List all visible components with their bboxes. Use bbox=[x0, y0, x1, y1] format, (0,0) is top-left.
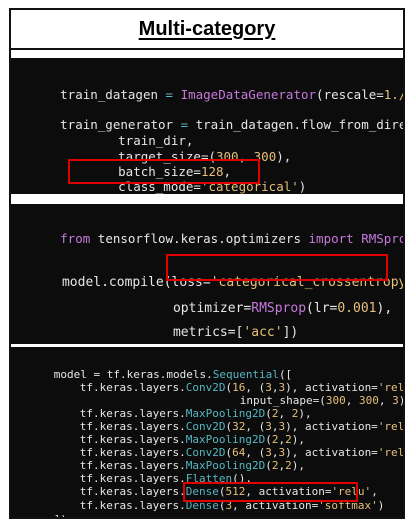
code-token: ) bbox=[298, 179, 307, 194]
code-line-dense-3: tf.keras.layers.Dense(3, activation='sof… bbox=[40, 486, 385, 517]
code-token: 300 bbox=[253, 149, 277, 164]
code-token: ]) bbox=[54, 513, 67, 517]
code-panel-data-generator: train_datagen = ImageDataGenerator(resca… bbox=[11, 58, 403, 194]
code-token: 'categorical' bbox=[200, 179, 299, 194]
code-token: 2 bbox=[285, 459, 292, 472]
code-token: 'acc' bbox=[243, 325, 283, 340]
code-token: 'relu' bbox=[377, 446, 403, 459]
code-token: 'relu' bbox=[377, 420, 403, 433]
code-token: tf.keras.layers. bbox=[79, 499, 186, 512]
code-token: = bbox=[158, 87, 181, 102]
code-panel-model: model = tf.keras.models.Sequential([ tf.… bbox=[11, 347, 403, 517]
code-token: ), bbox=[376, 301, 393, 316]
code-line-class-mode: class_mode='categorical') bbox=[73, 164, 306, 194]
title-bar: Multi-category bbox=[11, 10, 403, 50]
code-token: tf.keras.layers. bbox=[79, 381, 186, 394]
slide-frame: Multi-category train_datagen = ImageData… bbox=[9, 8, 405, 519]
code-token: 1./255 bbox=[383, 87, 403, 102]
code-token: 3 bbox=[392, 394, 399, 407]
code-token: train_datagen.flow_from_directory( bbox=[195, 117, 403, 132]
code-token: from bbox=[60, 231, 91, 246]
code-token: 'softmax' bbox=[318, 499, 378, 512]
code-token: train_datagen bbox=[60, 87, 158, 102]
code-panel-compile: from tensorflow.keras.optimizers import … bbox=[11, 204, 403, 344]
code-token: (lr= bbox=[306, 301, 338, 316]
code-token: (rescale= bbox=[316, 87, 384, 102]
code-token: Dense bbox=[185, 499, 219, 512]
code-line-import: from tensorflow.keras.optimizers import … bbox=[15, 216, 403, 261]
code-token: 0.001 bbox=[337, 301, 377, 316]
code-token: metrics=[ bbox=[172, 325, 244, 340]
slide-title: Multi-category bbox=[138, 17, 276, 40]
code-token: 300 bbox=[358, 394, 379, 407]
code-token: ]) bbox=[282, 325, 299, 340]
code-line-metrics: metrics=['acc']) bbox=[126, 310, 298, 344]
code-line-close: ]) bbox=[14, 500, 67, 517]
code-token: ( bbox=[265, 459, 272, 472]
code-token: ), bbox=[276, 149, 292, 164]
code-token: ) bbox=[377, 499, 385, 512]
code-token: , bbox=[378, 394, 393, 407]
code-token: ), bbox=[291, 459, 305, 472]
code-token: 300 bbox=[325, 394, 346, 407]
code-token: )), bbox=[399, 394, 403, 407]
code-token: , activation= bbox=[232, 499, 319, 512]
code-token: , bbox=[238, 149, 254, 164]
code-token: RMSprop bbox=[361, 231, 403, 246]
code-token: tensorflow.keras.optimizers bbox=[90, 231, 309, 246]
code-token: , bbox=[345, 394, 359, 407]
code-token: ImageDataGenerator bbox=[180, 87, 317, 102]
code-token: import bbox=[308, 231, 354, 246]
code-token: class_mode= bbox=[118, 179, 201, 194]
